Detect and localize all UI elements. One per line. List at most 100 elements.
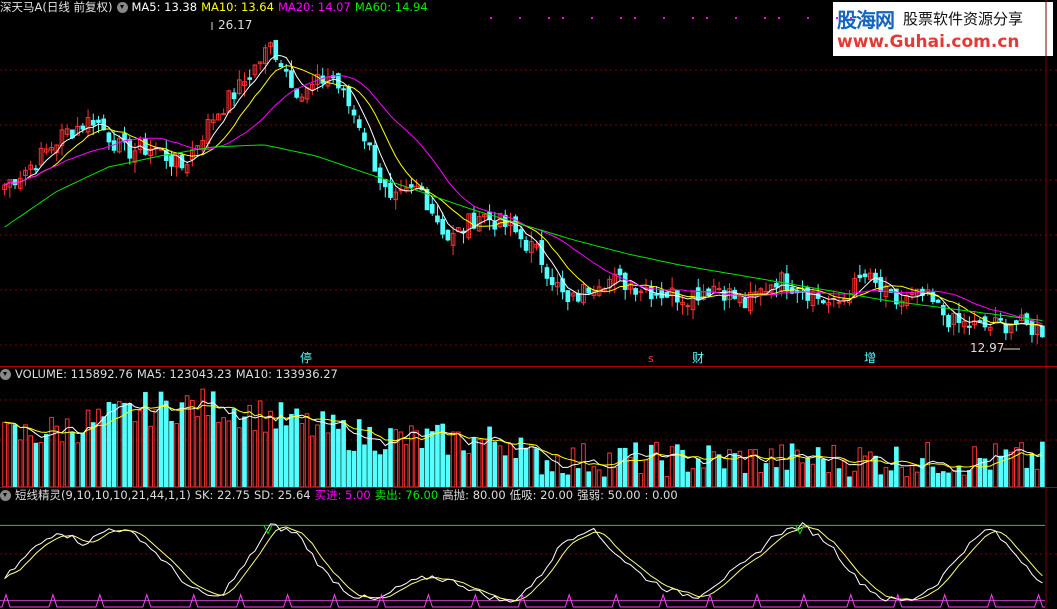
volume-bar-up [628, 456, 633, 488]
candle-down [341, 88, 346, 91]
volume-bar-down [440, 423, 445, 488]
volume-bar-down [106, 402, 112, 488]
ma10-line [4, 65, 1043, 326]
candle-down [278, 63, 284, 68]
volume-bar-down [659, 460, 665, 488]
volume-bar-down [294, 408, 299, 488]
volume-bar-up [904, 476, 910, 488]
candle-down [445, 229, 451, 241]
volume-bar-down [101, 416, 107, 488]
candle-down [80, 125, 86, 130]
candle-down [544, 267, 550, 279]
volume-bar-down [695, 458, 701, 488]
candle-down [523, 239, 529, 251]
volume-bar-up [205, 414, 211, 488]
volume-bar-up [701, 467, 706, 488]
volume-bar-down [111, 403, 117, 488]
volume-bar-down [372, 450, 378, 488]
volume-bar-down [549, 471, 555, 488]
volume-bar-down [320, 411, 326, 488]
signal-dot [634, 17, 636, 19]
volume-bar-down [706, 445, 711, 488]
candle-down [377, 167, 383, 183]
volume-bar-up [883, 467, 889, 488]
volume-bar-up [909, 464, 915, 488]
candle-down [774, 282, 779, 288]
volume-bar-down [33, 442, 39, 488]
volume-bar-down [575, 468, 581, 488]
volume-bar-up [482, 438, 487, 488]
volume-bar-up [2, 421, 7, 488]
volume-bar-down [90, 422, 96, 488]
candle-down [127, 139, 133, 159]
indicator-name: 短线精灵(9,10,10,10,21,44,1,1) [15, 488, 191, 502]
volume-bar-down [127, 403, 133, 488]
candle-down [862, 273, 868, 278]
candle-down [90, 120, 96, 126]
dropdown-icon[interactable] [0, 490, 11, 501]
volume-bar-up [758, 471, 764, 488]
volume-bar-up [23, 424, 28, 488]
volume-bar-down [560, 473, 565, 488]
volume-bar-down [946, 472, 951, 488]
candle-down [362, 132, 367, 142]
volume-bar-up [961, 474, 967, 488]
signal-dot [692, 17, 694, 19]
volume-bar-down [648, 444, 654, 488]
volume-bar-down [847, 476, 852, 488]
signal-dot [706, 17, 708, 19]
volume-bar-down [289, 413, 294, 488]
marker-increase: 增 [864, 351, 877, 365]
volume-bar-down [330, 414, 336, 488]
candle-down [440, 218, 445, 235]
volume-bar-down [565, 474, 571, 488]
volume-bar-up [570, 447, 576, 488]
candle-down [1029, 320, 1035, 335]
volume-bar-up [325, 432, 331, 488]
candle-down [283, 68, 289, 72]
volume-bar-down [935, 472, 941, 488]
volume-bar-down [44, 434, 49, 488]
volume-bar-down [179, 402, 185, 488]
volume-bar-up [1034, 468, 1040, 488]
volume-bar-up [96, 408, 101, 488]
volume-bar-up [236, 427, 242, 488]
volume-bar-up [841, 459, 847, 488]
volume-bar-down [382, 449, 388, 488]
candle-down [565, 290, 571, 302]
signal-dot [778, 17, 780, 19]
low-price-label: 12.97 [970, 341, 1005, 355]
volume-bar-up [403, 444, 409, 488]
signal-dot [850, 17, 852, 19]
volume-bar-down [12, 424, 18, 488]
candle-down [435, 215, 440, 223]
candle-down [179, 154, 185, 169]
dropdown-icon[interactable] [0, 369, 11, 380]
marker-finance: 财 [692, 351, 705, 365]
volume-bar-up [304, 413, 310, 488]
volume-bar-down [716, 454, 722, 488]
volume-bar-up [393, 429, 399, 488]
candle-down [549, 277, 555, 286]
volume-bar-down [429, 431, 435, 488]
volume-bar-up [1013, 447, 1019, 488]
signal-dot [735, 17, 737, 19]
low-buy-label: 低吸: 20.00 [509, 488, 574, 502]
volume-bar-down [419, 447, 425, 488]
volume-header: VOLUME: 115892.76 MA5: 123043.23 MA10: 133… [0, 367, 342, 382]
volume-bar-up [49, 416, 54, 488]
volume-bar-down [878, 474, 884, 488]
volume-bar-down [283, 425, 289, 488]
volume-bar-down [1040, 441, 1045, 488]
volume-bar-down [341, 420, 346, 488]
volume-bar-down [539, 474, 545, 488]
signal-dot [620, 17, 622, 19]
candle-down [821, 300, 826, 304]
volume-bar-down [471, 437, 477, 488]
volume-bar-down [367, 426, 372, 488]
volume-bar-up [268, 410, 273, 488]
signal-dot [519, 17, 521, 19]
candle-down [33, 168, 39, 171]
volume-bar-up [476, 439, 482, 488]
volume-bar-up [59, 441, 65, 488]
